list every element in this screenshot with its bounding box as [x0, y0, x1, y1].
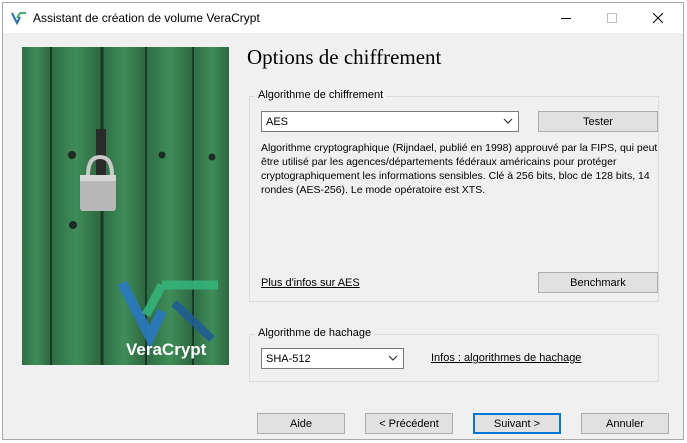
previous-button[interactable]: < Précédent: [365, 413, 453, 434]
wizard-window: Assistant de création de volume VeraCryp…: [2, 2, 684, 440]
locked-door-illustration: [22, 47, 229, 365]
page-title: Options de chiffrement: [247, 45, 442, 69]
benchmark-button-label: Benchmark: [570, 276, 626, 289]
minimize-icon: [561, 18, 571, 19]
more-info-aes-link[interactable]: Plus d'infos sur AES: [261, 277, 360, 289]
chevron-down-icon: [388, 355, 398, 361]
algorithm-description: Algorithme cryptographique (Rijndael, pu…: [261, 142, 658, 196]
maximize-icon: [607, 13, 617, 23]
minimize-button[interactable]: [543, 3, 589, 33]
title-bar: Assistant de création de volume VeraCryp…: [3, 3, 683, 33]
close-button[interactable]: [635, 3, 681, 33]
encryption-algorithm-value: AES: [266, 115, 289, 128]
encryption-group-label: Algorithme de chiffrement: [255, 89, 387, 101]
hash-algorithms-info-link[interactable]: Infos : algorithmes de hachage: [431, 352, 581, 364]
next-button[interactable]: Suivant >: [473, 413, 561, 434]
test-button[interactable]: Tester: [538, 111, 658, 132]
cancel-button[interactable]: Annuler: [581, 413, 669, 434]
hash-algorithm-select[interactable]: SHA-512: [261, 348, 404, 369]
next-button-label: Suivant >: [493, 417, 541, 430]
hash-algorithm-value: SHA-512: [266, 352, 311, 365]
window-title: Assistant de création de volume VeraCryp…: [33, 11, 260, 25]
maximize-button[interactable]: [589, 3, 635, 33]
wizard-banner-image: VeraCrypt: [22, 47, 229, 365]
test-button-label: Tester: [583, 115, 613, 128]
close-icon: [653, 13, 663, 23]
help-button-label: Aide: [289, 417, 313, 430]
chevron-down-icon: [503, 118, 513, 124]
help-button[interactable]: Aide: [257, 413, 345, 434]
benchmark-button[interactable]: Benchmark: [538, 272, 658, 293]
veracrypt-logo-text: VeraCrypt: [126, 340, 207, 359]
cancel-button-label: Annuler: [606, 417, 644, 430]
veracrypt-app-icon: [11, 12, 26, 26]
encryption-algorithm-select[interactable]: AES: [261, 111, 519, 132]
hash-group-label: Algorithme de hachage: [255, 327, 375, 339]
previous-button-label: < Précédent: [379, 417, 439, 430]
